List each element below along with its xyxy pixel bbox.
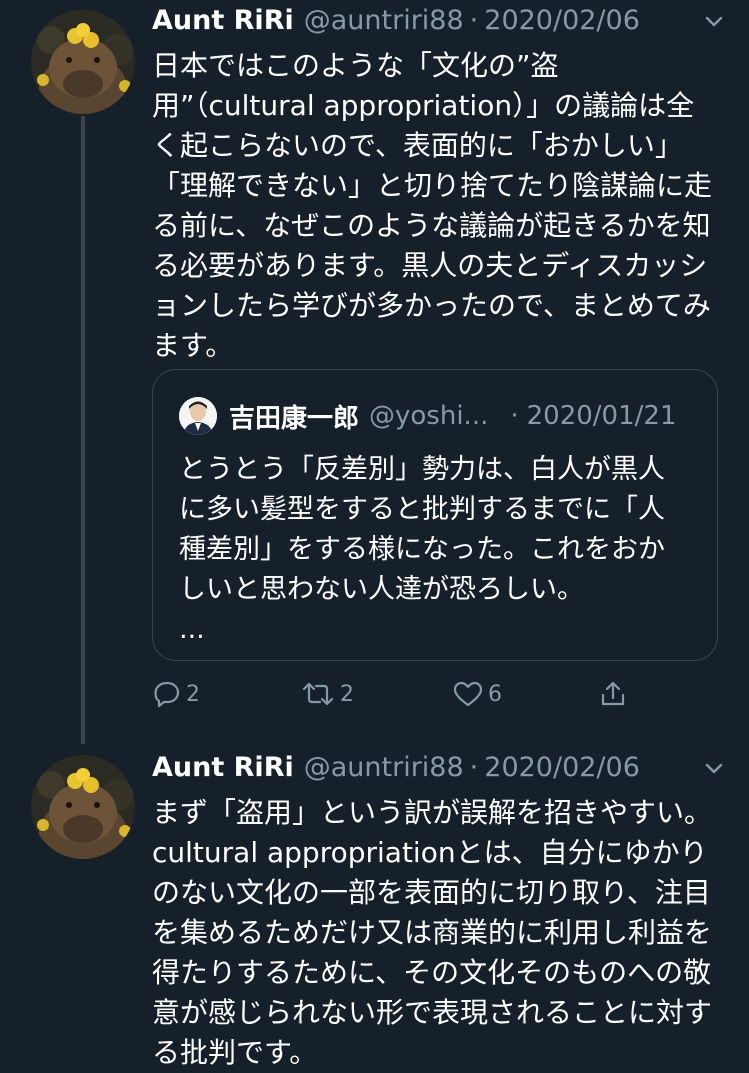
tweet-actions: 2 2 6 [152, 674, 652, 714]
tweet-date[interactable]: 2020/02/06 [484, 5, 640, 36]
tweet-header: Aunt RiRi @auntriri88 · 2020/02/06 [152, 0, 725, 40]
author-handle[interactable]: @auntriri88 [304, 5, 464, 36]
like-count: 6 [488, 681, 502, 707]
tweet[interactable]: Aunt RiRi @auntriri88 · 2020/02/06 日本ではこ… [0, 0, 749, 740]
reply-button[interactable]: 2 [152, 679, 200, 709]
avatar[interactable] [31, 755, 135, 859]
tweet-header: Aunt RiRi @auntriri88 · 2020/02/06 [152, 747, 725, 787]
heart-icon [452, 679, 484, 709]
share-button[interactable] [598, 679, 628, 709]
reply-icon [152, 679, 182, 709]
author-handle[interactable]: @auntriri88 [304, 752, 464, 783]
author-name[interactable]: Aunt RiRi [152, 5, 294, 36]
chevron-down-icon[interactable] [701, 8, 727, 34]
separator-dot: · [469, 751, 479, 783]
avatar[interactable] [31, 10, 135, 114]
retweet-button[interactable]: 2 [300, 679, 354, 709]
like-button[interactable]: 6 [452, 679, 502, 709]
tweet[interactable]: Aunt RiRi @auntriri88 · 2020/02/06 まず「盗用… [0, 745, 749, 1071]
reply-count: 2 [186, 681, 200, 707]
author-name[interactable]: Aunt RiRi [152, 752, 294, 783]
quoted-author-handle: @yoshi... [369, 401, 489, 431]
quoted-tweet-text: とうとう「反差別」勢力は、白人が黒人 に多い髪型をすると批判するまでに「人 種差… [179, 454, 665, 645]
quoted-tweet[interactable]: 吉田康一郎 @yoshi... · 2020/01/21 とうとう「反差別」勢力… [152, 369, 718, 661]
tweet-date[interactable]: 2020/02/06 [484, 752, 640, 783]
quoted-author-name: 吉田康一郎 [229, 403, 360, 434]
chevron-down-icon[interactable] [701, 755, 727, 781]
tweet-text: 日本ではこのような「文化の”盗 用”（cultural appropriatio… [152, 49, 713, 362]
retweet-icon [300, 679, 336, 709]
quoted-tweet-header: 吉田康一郎 @yoshi... · 2020/01/21 [179, 396, 676, 436]
quoted-avatar[interactable] [179, 397, 217, 435]
separator-dot: · [510, 401, 519, 431]
share-icon [598, 679, 628, 709]
quoted-tweet-date: 2020/01/21 [526, 401, 677, 431]
tweet-text: まず「盗用」という訳が誤解を招きやすい。 cultural appropriat… [152, 796, 713, 1069]
retweet-count: 2 [340, 681, 354, 707]
separator-dot: · [469, 4, 479, 36]
